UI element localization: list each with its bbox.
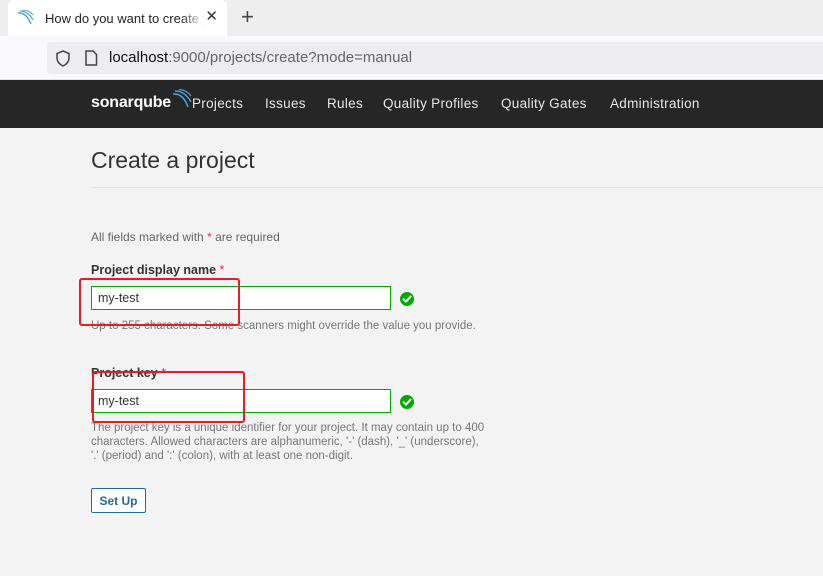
sonarqube-waves-icon — [172, 89, 192, 108]
display-name-label: Project display name * — [91, 263, 224, 277]
url-text[interactable]: localhost:9000/projects/create?mode=manu… — [109, 49, 412, 66]
display-name-label-text: Project display name — [91, 263, 217, 277]
url-host: localhost — [109, 49, 169, 66]
nav-quality-gates[interactable]: Quality Gates — [501, 96, 587, 111]
shield-icon[interactable] — [55, 50, 71, 67]
browser-tab-bar: How do you want to create your project? … — [0, 0, 823, 36]
project-key-help: The project key is a unique identifier f… — [91, 422, 485, 462]
check-circle-icon — [400, 395, 414, 409]
page-title: Create a project — [91, 147, 255, 173]
new-tab-button[interactable]: + — [241, 5, 254, 29]
sonarqube-logo[interactable]: sonarqube — [91, 89, 192, 113]
project-key-label: Project key * — [91, 366, 166, 380]
nav-issues[interactable]: Issues — [265, 96, 306, 111]
required-note-prefix: All fields marked with — [91, 230, 204, 244]
nav-projects[interactable]: Projects — [192, 96, 243, 111]
title-divider — [91, 187, 823, 188]
check-circle-icon — [400, 292, 414, 306]
setup-button[interactable]: Set Up — [91, 488, 146, 513]
display-name-help: Up to 255 characters. Some scanners migh… — [91, 320, 476, 332]
close-tab-icon[interactable]: ✕ — [205, 8, 218, 26]
url-path: :9000/projects/create?mode=manual — [168, 49, 413, 66]
required-note: All fields marked with * are required — [91, 230, 280, 244]
logo-text: sonarqube — [91, 94, 171, 111]
required-asterisk: * — [219, 263, 225, 277]
browser-tab[interactable]: How do you want to create your project? … — [8, 0, 227, 36]
sonarqube-waves-icon — [16, 9, 34, 27]
nav-administration[interactable]: Administration — [610, 96, 700, 111]
required-asterisk: * — [161, 366, 167, 380]
required-note-suffix: are required — [215, 230, 280, 244]
display-name-input[interactable] — [91, 286, 391, 310]
required-asterisk: * — [207, 230, 212, 244]
project-key-input[interactable] — [91, 389, 391, 413]
nav-quality-profiles[interactable]: Quality Profiles — [383, 96, 479, 111]
tab-title: How do you want to create your project? — [45, 10, 205, 26]
project-key-label-text: Project key — [91, 366, 158, 380]
page-icon[interactable] — [84, 50, 98, 66]
nav-rules[interactable]: Rules — [327, 96, 363, 111]
